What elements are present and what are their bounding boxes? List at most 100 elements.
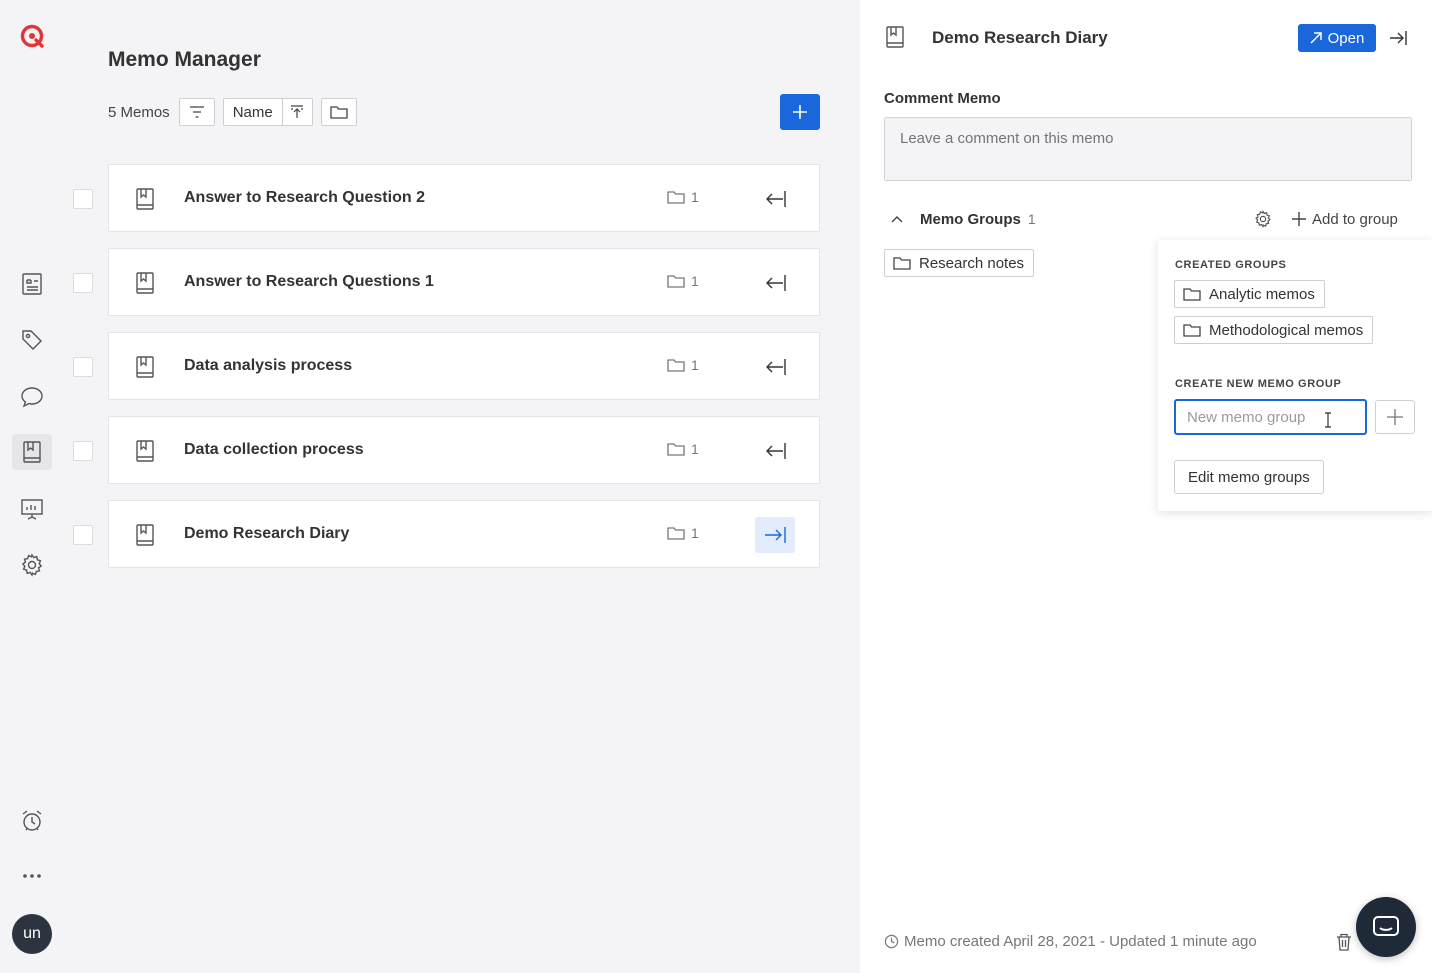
delete-memo-button[interactable] bbox=[1336, 933, 1352, 951]
add-to-group-label: Add to group bbox=[1312, 210, 1398, 228]
memo-checkbox[interactable] bbox=[73, 357, 93, 377]
memo-detail-panel: Demo Research Diary Open Comment Memo Me… bbox=[860, 0, 1432, 973]
expand-left-icon bbox=[763, 442, 787, 460]
memo-row[interactable]: Data analysis process 1 bbox=[73, 332, 820, 400]
group-filter-button[interactable] bbox=[320, 98, 357, 126]
gear-icon bbox=[20, 553, 44, 577]
sort-field-button[interactable]: Name bbox=[222, 98, 283, 126]
memo-row[interactable]: Answer to Research Questions 1 1 bbox=[73, 248, 820, 316]
open-in-panel-button[interactable] bbox=[755, 433, 795, 469]
memo-row[interactable]: Answer to Research Question 2 1 bbox=[73, 164, 820, 232]
add-to-group-popover: CREATED GROUPS Analytic memos Methodolog… bbox=[1158, 240, 1432, 511]
memo-icon bbox=[22, 440, 42, 464]
memo-manager: Memo Manager 5 Memos Name Answer to Rese… bbox=[64, 0, 860, 973]
clock-icon bbox=[884, 934, 899, 949]
group-option-label: Analytic memos bbox=[1209, 285, 1315, 303]
comment-icon bbox=[20, 386, 44, 408]
open-in-panel-button[interactable] bbox=[755, 265, 795, 301]
rail-reminders[interactable] bbox=[12, 803, 52, 839]
collapse-groups-button[interactable] bbox=[884, 206, 910, 232]
text-cursor-icon bbox=[1324, 412, 1332, 428]
memo-group-count: 1 bbox=[667, 357, 699, 373]
memo-row[interactable]: Data collection process 1 bbox=[73, 416, 820, 484]
add-to-group-button[interactable]: Add to group bbox=[1292, 206, 1398, 232]
open-memo-button[interactable]: Open bbox=[1298, 24, 1376, 52]
created-group-option[interactable]: Methodological memos bbox=[1174, 316, 1374, 344]
close-panel-button[interactable] bbox=[1386, 26, 1410, 50]
alarm-clock-icon bbox=[20, 809, 44, 833]
app-logo[interactable] bbox=[19, 23, 45, 49]
support-chat-button[interactable] bbox=[1356, 897, 1416, 957]
plus-icon bbox=[792, 104, 808, 120]
rail-documents[interactable] bbox=[12, 266, 52, 302]
sort-direction-button[interactable] bbox=[282, 98, 313, 126]
rail-presentations[interactable] bbox=[12, 491, 52, 527]
expand-left-icon bbox=[763, 358, 787, 376]
filter-icon bbox=[189, 106, 205, 118]
memo-meta-text: Memo created April 28, 2021 - Updated 1 … bbox=[904, 933, 1257, 950]
rail-more[interactable] bbox=[12, 858, 52, 894]
memo-title: Demo Research Diary bbox=[184, 525, 350, 542]
memo-icon bbox=[135, 523, 155, 547]
folder-icon bbox=[893, 256, 911, 270]
created-group-option[interactable]: Analytic memos bbox=[1174, 280, 1325, 308]
memo-row[interactable]: Demo Research Diary 1 bbox=[73, 500, 820, 568]
memo-checkbox[interactable] bbox=[73, 525, 93, 545]
rail-codes[interactable] bbox=[12, 322, 52, 358]
folder-icon bbox=[330, 105, 348, 119]
more-icon bbox=[22, 873, 42, 879]
memo-title: Answer to Research Question 2 bbox=[184, 189, 425, 206]
open-in-panel-button[interactable] bbox=[755, 517, 795, 553]
memo-meta: Memo created April 28, 2021 - Updated 1 … bbox=[884, 933, 1257, 950]
memo-icon bbox=[135, 439, 155, 463]
rail-settings[interactable] bbox=[12, 547, 52, 583]
avatar[interactable]: un bbox=[12, 914, 52, 954]
arrow-up-right-icon bbox=[1310, 32, 1322, 44]
memo-title: Data collection process bbox=[184, 441, 364, 458]
memo-title: Answer to Research Questions 1 bbox=[184, 273, 434, 290]
group-count-value: 1 bbox=[691, 273, 699, 289]
open-label: Open bbox=[1327, 29, 1365, 47]
trash-icon bbox=[1336, 933, 1352, 951]
group-option-label: Methodological memos bbox=[1209, 321, 1364, 339]
memo-group-count: 1 bbox=[667, 525, 699, 541]
chip-label: Research notes bbox=[919, 254, 1025, 272]
comment-input[interactable] bbox=[884, 117, 1412, 181]
rail-comments[interactable] bbox=[12, 379, 52, 415]
edit-memo-groups-button[interactable]: Edit memo groups bbox=[1174, 460, 1324, 494]
memo-group-count: 1 bbox=[667, 441, 699, 457]
open-in-panel-button[interactable] bbox=[755, 181, 795, 217]
create-new-group-label: CREATE NEW MEMO GROUP bbox=[1175, 378, 1342, 390]
folder-icon bbox=[667, 358, 685, 372]
assigned-group-chip[interactable]: Research notes bbox=[884, 249, 1035, 277]
memo-icon bbox=[135, 355, 155, 379]
filter-button[interactable] bbox=[178, 98, 215, 126]
expand-left-icon bbox=[763, 274, 787, 292]
sort-control: Name bbox=[222, 98, 313, 126]
plus-icon bbox=[1292, 212, 1306, 226]
folder-icon bbox=[667, 526, 685, 540]
list-toolbar: 5 Memos Name bbox=[108, 98, 357, 126]
collapse-right-icon bbox=[763, 526, 787, 544]
folder-icon bbox=[667, 442, 685, 456]
group-settings-button[interactable] bbox=[1250, 206, 1276, 232]
memo-groups-label: Memo Groups bbox=[920, 210, 1021, 228]
rail-memos[interactable] bbox=[12, 434, 52, 470]
gear-icon bbox=[1254, 210, 1272, 228]
memo-group-count: 1 bbox=[667, 273, 699, 289]
expand-left-icon bbox=[763, 190, 787, 208]
plus-icon bbox=[1387, 409, 1403, 425]
memo-checkbox[interactable] bbox=[73, 189, 93, 209]
memo-groups-header: Memo Groups 1 Add to group bbox=[884, 206, 1412, 232]
document-icon bbox=[21, 272, 43, 296]
memo-groups-count: 1 bbox=[1027, 211, 1036, 227]
group-count-value: 1 bbox=[691, 441, 699, 457]
add-memo-button[interactable] bbox=[780, 94, 820, 130]
memo-checkbox[interactable] bbox=[73, 273, 93, 293]
open-in-panel-button[interactable] bbox=[755, 349, 795, 385]
created-groups-label: CREATED GROUPS bbox=[1175, 259, 1287, 271]
memo-icon bbox=[885, 25, 905, 49]
create-group-button[interactable] bbox=[1375, 400, 1415, 434]
new-memo-group-input[interactable] bbox=[1174, 399, 1367, 435]
memo-checkbox[interactable] bbox=[73, 441, 93, 461]
